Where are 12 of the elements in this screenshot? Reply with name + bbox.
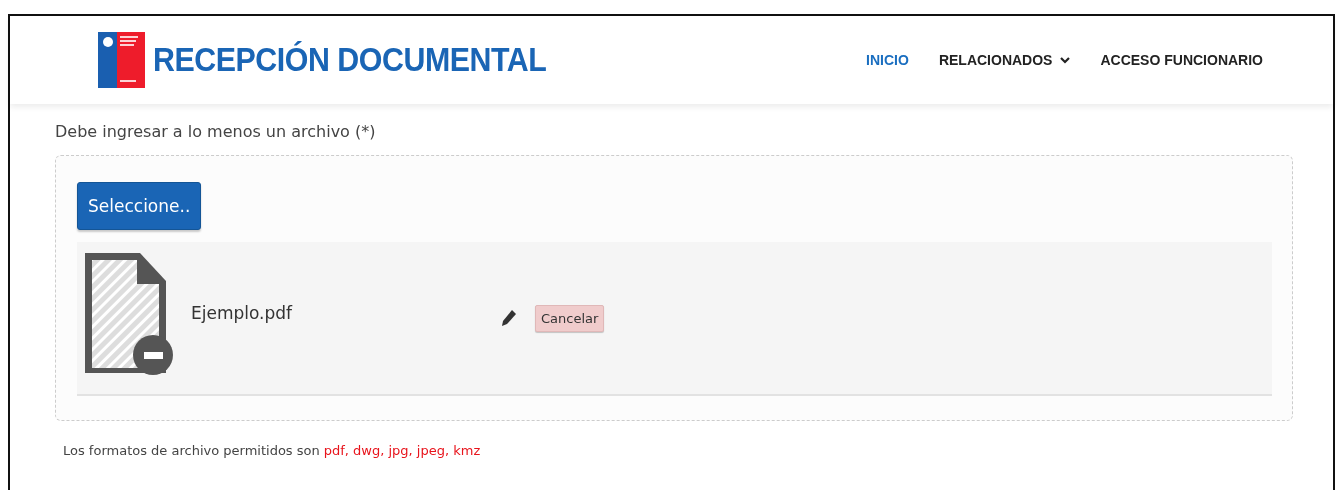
formats-note: Los formatos de archivo permitidos son: [63, 443, 320, 458]
upload-label: Debe ingresar a lo menos un archivo (*): [55, 122, 377, 141]
cancel-button[interactable]: Cancelar: [535, 304, 605, 332]
nav-link[interactable]: RELACIONADOS: [938, 52, 1071, 68]
site-title: RECEPCIÓN DOCUMENTAL: [153, 41, 547, 79]
select-button[interactable]: Seleccione..: [77, 182, 202, 230]
nav-link[interactable]: INICIO: [866, 52, 909, 68]
nav-link[interactable]: ACCESO FUNCIONARIO: [1100, 52, 1263, 68]
file-name: Ejemplo.pdf: [191, 303, 294, 323]
pencil-icon[interactable]: [501, 309, 517, 327]
formats-list: pdf, dwg, jpg, jpeg, kmz: [323, 443, 481, 458]
logo-icon: [98, 32, 145, 88]
